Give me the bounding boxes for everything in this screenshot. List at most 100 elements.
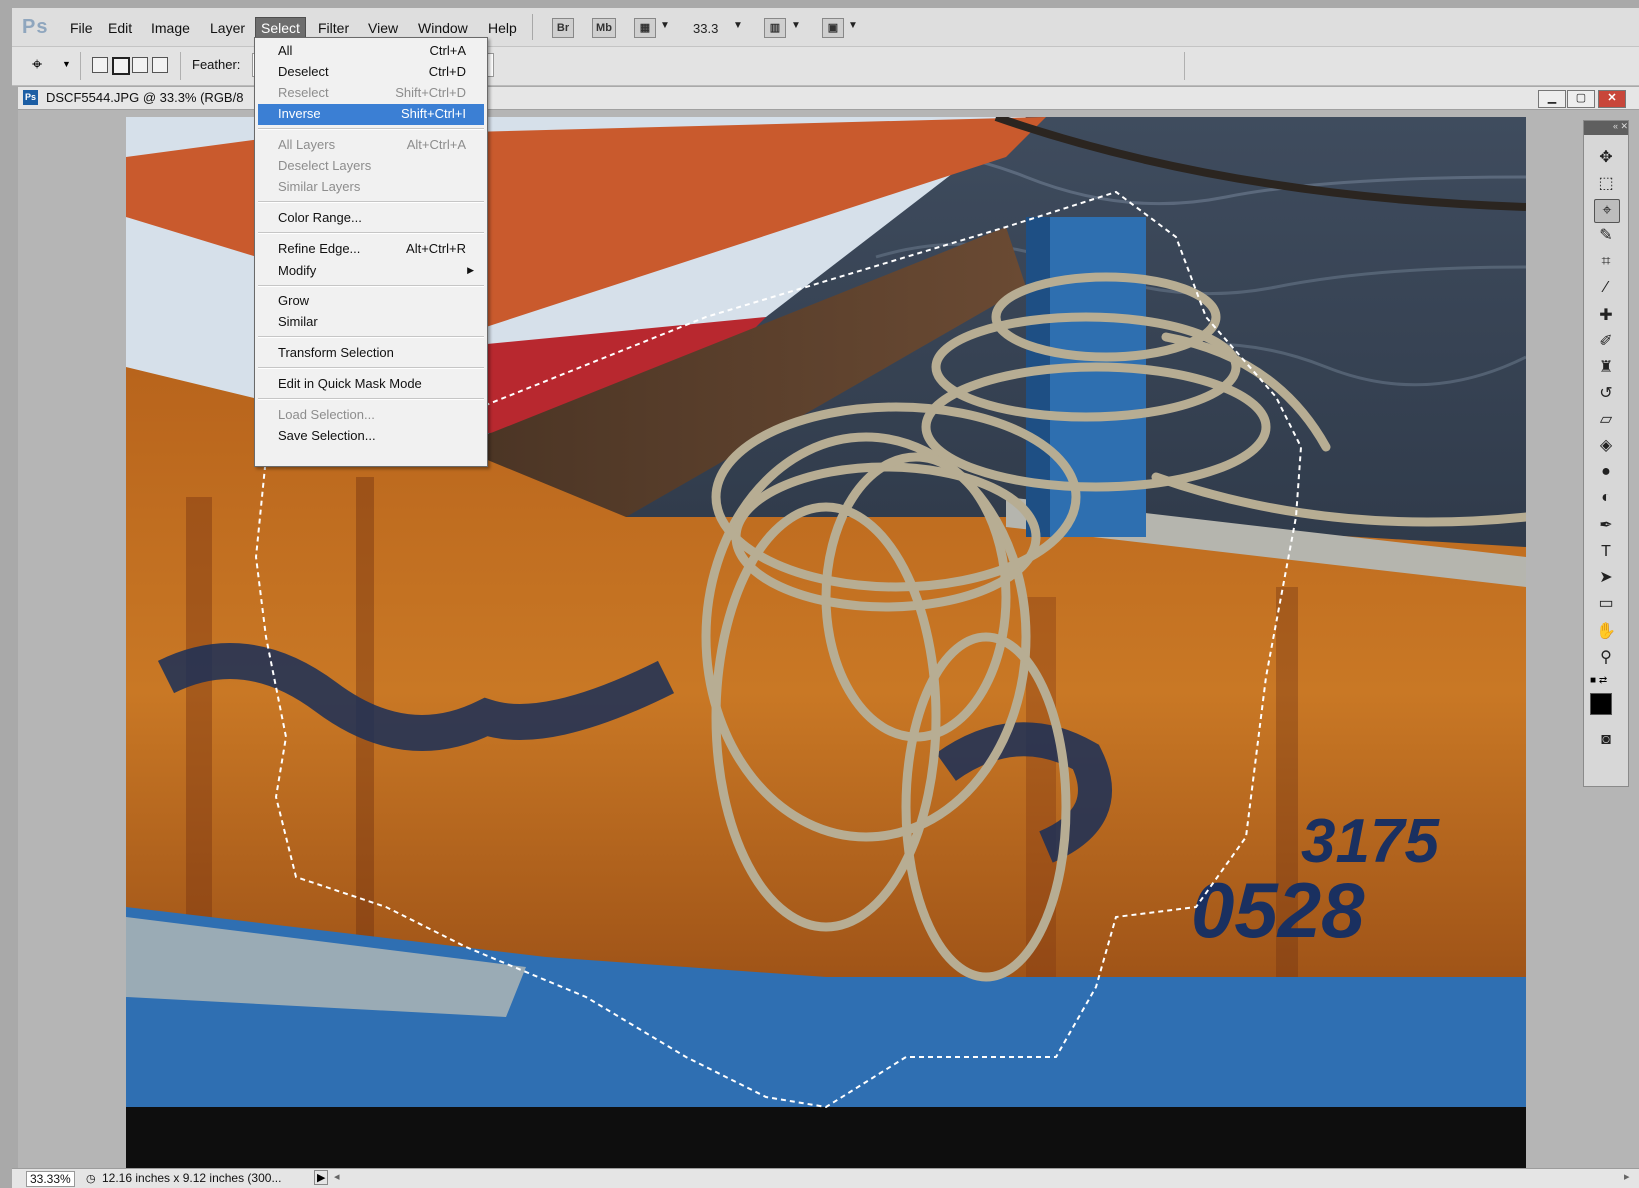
dropdown-arrow-icon[interactable]: ▼ <box>848 20 858 31</box>
shape-tool-icon[interactable]: ▭ <box>1594 593 1618 615</box>
menu-separator <box>258 367 484 369</box>
menu-item-shortcut: Ctrl+D <box>428 64 466 79</box>
menu-help[interactable]: Help <box>484 19 521 37</box>
eyedropper-tool-icon[interactable]: ⁄ <box>1594 277 1618 299</box>
blur-tool-icon[interactable]: ● <box>1594 461 1618 483</box>
move-tool-icon[interactable]: ✥ <box>1594 147 1618 169</box>
menu-image[interactable]: Image <box>147 19 194 37</box>
menu-file[interactable]: File <box>66 19 97 37</box>
dropdown-arrow-icon[interactable]: ▼ <box>62 59 71 69</box>
select-menu-dropdown: All Ctrl+A Deselect Ctrl+D Reselect Shif… <box>254 37 488 467</box>
menu-view[interactable]: View <box>364 19 402 37</box>
menu-item-refine-edge[interactable]: Refine Edge... Alt+Ctrl+R <box>258 239 484 260</box>
bridge-button[interactable]: Br <box>552 18 574 38</box>
menu-edit[interactable]: Edit <box>104 19 136 37</box>
zoom-status-field[interactable]: 33.33% <box>26 1171 75 1187</box>
menu-item-all-layers[interactable]: All Layers Alt+Ctrl+A <box>258 135 484 156</box>
menu-item-label: Similar <box>278 314 318 329</box>
pen-tool-icon[interactable]: ✒ <box>1594 515 1618 537</box>
menu-item-label: Save Selection... <box>278 428 376 443</box>
scroll-left-icon[interactable]: ◂ <box>334 1170 340 1183</box>
menu-item-deselect-layers[interactable]: Deselect Layers <box>258 156 484 177</box>
paint-bucket-tool-icon[interactable]: ◈ <box>1594 435 1618 457</box>
hand-tool-icon[interactable]: ✋ <box>1594 621 1618 643</box>
menu-item-label: Modify <box>278 263 317 278</box>
dropdown-arrow-icon[interactable]: ▼ <box>791 20 801 31</box>
menu-item-shortcut: Shift+Ctrl+I <box>400 106 466 121</box>
intersect-selection-icon[interactable] <box>152 57 168 73</box>
mini-bridge-button[interactable]: Mb <box>592 18 616 38</box>
tools-panel: « ✕ ✥ ⬚ ⌖ ✎ ⌗ ⁄ ✚ ✐ ♜ ↺ ▱ ◈ ● ◐ ✒ T ➤ ▭ … <box>1583 120 1629 787</box>
history-brush-tool-icon[interactable]: ↺ <box>1594 383 1618 405</box>
clone-stamp-tool-icon[interactable]: ♜ <box>1594 357 1618 379</box>
lasso-tool-icon[interactable]: ⌖ <box>1594 199 1620 223</box>
default-colors-icon[interactable]: ■ ⇄ <box>1590 675 1607 686</box>
screen-mode-icon[interactable]: ▣ <box>822 18 844 38</box>
healing-brush-tool-icon[interactable]: ✚ <box>1594 305 1618 327</box>
brush-tool-icon[interactable]: ✐ <box>1594 331 1618 353</box>
menu-item-label: Deselect Layers <box>278 158 372 173</box>
menu-item-inverse[interactable]: Inverse Shift+Ctrl+I <box>258 104 484 125</box>
add-to-selection-icon[interactable] <box>112 57 130 75</box>
menu-item-deselect[interactable]: Deselect Ctrl+D <box>258 62 484 83</box>
foreground-color-swatch[interactable] <box>1590 693 1612 715</box>
menu-item-label: Grow <box>278 293 310 308</box>
menu-item-label: Color Range... <box>278 210 362 225</box>
type-tool-icon[interactable]: T <box>1594 541 1618 563</box>
menu-item-all[interactable]: All Ctrl+A <box>258 41 484 62</box>
boat-number-2: 0528 <box>1191 866 1365 954</box>
zoom-level-field[interactable]: 33.3 <box>693 21 718 36</box>
menu-select[interactable]: Select <box>255 17 306 39</box>
submenu-arrow-icon: ▶ <box>467 265 474 275</box>
menu-item-label: Similar Layers <box>278 179 361 194</box>
menu-item-label: All Layers <box>278 137 336 152</box>
dodge-tool-icon[interactable]: ◐ <box>1594 487 1618 509</box>
menu-item-edit-in-quick-mask-mode[interactable]: Edit in Quick Mask Mode <box>258 374 484 395</box>
options-separator <box>1184 52 1185 80</box>
path-selection-tool-icon[interactable]: ➤ <box>1594 567 1618 589</box>
menu-item-label: All <box>278 43 293 58</box>
scroll-right-icon[interactable]: ▸ <box>1624 1170 1630 1183</box>
extras-icon[interactable]: ▦ <box>634 18 656 38</box>
maximize-icon[interactable]: ▢ <box>1567 90 1595 108</box>
menu-separator <box>258 398 484 400</box>
close-icon[interactable]: ✕ <box>1598 90 1626 108</box>
menu-item-similar-layers[interactable]: Similar Layers <box>258 177 484 198</box>
eraser-tool-icon[interactable]: ▱ <box>1594 409 1618 431</box>
status-menu-arrow-icon[interactable]: ▶ <box>314 1170 329 1185</box>
menu-layer[interactable]: Layer <box>206 19 249 37</box>
menu-item-similar[interactable]: Similar <box>258 312 484 333</box>
menu-separator <box>258 232 484 234</box>
menu-item-color-range[interactable]: Color Range... <box>258 208 484 229</box>
crop-tool-icon[interactable]: ⌗ <box>1594 251 1618 273</box>
photoshop-logo: Ps <box>22 16 49 38</box>
minimize-icon[interactable]: ▁ <box>1538 90 1566 108</box>
status-info-icon: ◷ <box>86 1173 96 1185</box>
menu-filter[interactable]: Filter <box>314 19 353 37</box>
menu-separator <box>258 336 484 338</box>
menu-item-load-selection[interactable]: Load Selection... <box>258 405 484 426</box>
marquee-tool-icon[interactable]: ⬚ <box>1594 173 1618 195</box>
dropdown-arrow-icon[interactable]: ▼ <box>733 20 743 31</box>
tools-panel-header[interactable]: « ✕ <box>1584 121 1628 135</box>
menu-item-grow[interactable]: Grow <box>258 291 484 312</box>
lasso-tool-preset-icon[interactable]: ⌖ <box>32 54 42 75</box>
menu-item-label: Reselect <box>278 85 329 100</box>
new-selection-icon[interactable] <box>92 57 108 73</box>
dropdown-arrow-icon[interactable]: ▼ <box>660 20 670 31</box>
zoom-tool-icon[interactable]: ⚲ <box>1594 647 1618 669</box>
menu-item-transform-selection[interactable]: Transform Selection <box>258 343 484 364</box>
menu-item-reselect[interactable]: Reselect Shift+Ctrl+D <box>258 83 484 104</box>
menu-item-label: Refine Edge... <box>278 241 361 256</box>
quick-mask-icon[interactable]: ◙ <box>1594 729 1618 751</box>
status-bar: 33.33% ◷ 12.16 inches x 9.12 inches (300… <box>12 1168 1639 1188</box>
subtract-from-selection-icon[interactable] <box>132 57 148 73</box>
menu-item-shortcut: Alt+Ctrl+A <box>406 137 466 152</box>
menu-item-shortcut: Ctrl+A <box>429 43 466 58</box>
menu-item-modify[interactable]: Modify ▶ <box>258 261 484 282</box>
menu-window[interactable]: Window <box>414 19 472 37</box>
menu-item-label: Deselect <box>278 64 329 79</box>
quick-selection-tool-icon[interactable]: ✎ <box>1594 225 1618 247</box>
menu-item-save-selection[interactable]: Save Selection... <box>258 426 484 447</box>
arrange-documents-icon[interactable]: ▥ <box>764 18 786 38</box>
